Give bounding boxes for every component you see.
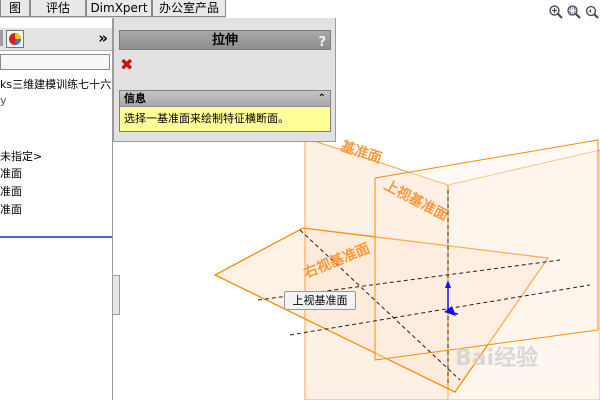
feature-manager-toolbar: » (0, 28, 112, 51)
tree-item-front-plane[interactable]: 准面 (0, 165, 22, 181)
extrude-title: 拉伸 (211, 33, 238, 48)
tree-item-top-plane[interactable]: 准面 (0, 183, 22, 199)
feature-manager-panel: » ks三维建模训练七十六 y 未指定> 准面 准面 准面 (0, 18, 113, 400)
tab-office-products[interactable]: 办公室产品 (152, 0, 226, 17)
property-manager-tab-icon[interactable] (0, 30, 3, 46)
cancel-icon[interactable]: ✖ (120, 57, 134, 73)
info-message: 选择一基准面来绘制特征横断面。 (124, 112, 289, 125)
zoom-to-fit-icon[interactable] (548, 4, 564, 20)
panel-splitter-handle[interactable] (112, 275, 120, 315)
watermark: Bai经验 (455, 346, 539, 371)
feature-filter-input[interactable] (0, 54, 110, 70)
tree-item-right-plane[interactable]: 准面 (0, 201, 22, 217)
tab-evaluate[interactable]: 评估 (30, 0, 86, 17)
info-header[interactable]: 信息 ⌃ (120, 91, 330, 107)
tree-line: y (0, 94, 7, 107)
expand-panel-icon[interactable]: » (98, 29, 108, 47)
tree-item-material[interactable]: 未指定> (0, 148, 42, 164)
rollback-bar[interactable] (0, 236, 112, 238)
help-icon[interactable]: ? (318, 33, 326, 53)
tab-dimxpert[interactable]: DimXpert (86, 0, 152, 17)
part-name[interactable]: ks三维建模训练七十六 (0, 76, 111, 92)
command-manager-tabs: 图 评估 DimXpert 办公室产品 (0, 0, 226, 19)
collapse-icon[interactable]: ⌃ (318, 91, 326, 106)
plane-tooltip: 上视基准面 (284, 291, 356, 310)
extrude-header: 拉伸 ? (119, 30, 331, 50)
info-title: 信息 (124, 92, 146, 105)
tab-features[interactable]: 图 (0, 0, 30, 17)
appearance-tab-icon[interactable] (6, 30, 24, 48)
info-section: 信息 ⌃ 选择一基准面来绘制特征横断面。 (119, 90, 331, 132)
right-plane[interactable] (374, 139, 599, 361)
previous-view-icon[interactable] (584, 4, 600, 20)
zoom-area-icon[interactable] (566, 4, 582, 20)
property-manager: 拉伸 ? ✖ 信息 ⌃ 选择一基准面来绘制特征横断面。 (113, 18, 336, 142)
